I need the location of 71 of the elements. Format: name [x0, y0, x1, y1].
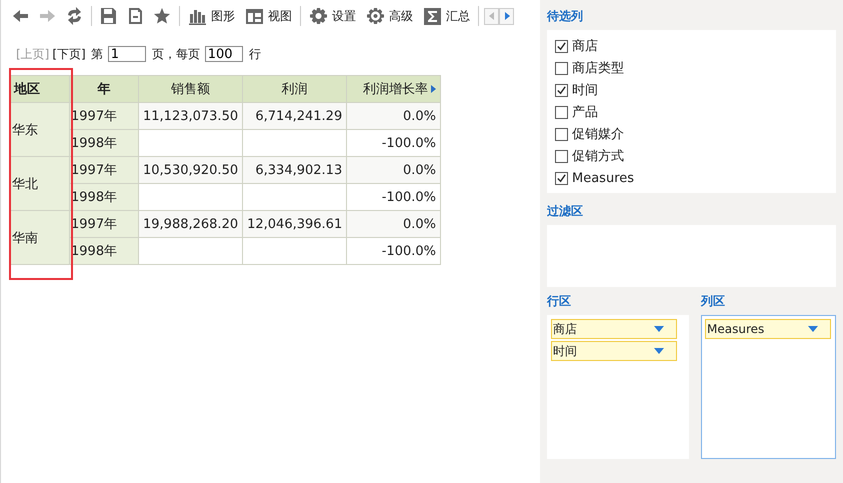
dropdown-arrow-icon[interactable]	[654, 326, 664, 332]
row-header: 华北	[10, 156, 70, 210]
table-cell: 0.0%	[346, 102, 440, 130]
field-dropdown[interactable]: 商店	[551, 319, 677, 339]
dropdown-arrow-icon[interactable]	[654, 348, 664, 354]
checkbox-label[interactable]: 时间	[572, 81, 598, 99]
section-title: 行区	[547, 293, 572, 310]
expand-icon[interactable]	[431, 85, 436, 93]
gear-button[interactable]: 高级	[363, 4, 416, 28]
column-header: 利润	[242, 76, 347, 102]
checkbox-label[interactable]: 商店类型	[572, 59, 624, 77]
star-icon	[153, 6, 172, 26]
section-title: 过滤区	[547, 203, 584, 220]
table-cell: 6,334,902.13	[242, 156, 347, 184]
checkbox[interactable]	[555, 62, 568, 74]
checkbox[interactable]	[555, 40, 568, 52]
scroll-right-icon[interactable]	[499, 8, 514, 24]
next-page-link[interactable]: [下页]	[52, 46, 86, 62]
row-header: 1998年	[70, 130, 138, 156]
checkbox[interactable]	[555, 172, 568, 184]
table-cell: -100.0%	[346, 130, 440, 156]
checkbox-label[interactable]: 促销方式	[572, 147, 624, 165]
sigma-icon	[423, 6, 442, 26]
table-cell: -100.0%	[346, 184, 440, 210]
checkbox-label[interactable]: 商店	[572, 37, 598, 55]
page-number-field[interactable]: 1	[108, 46, 146, 62]
gear-icon	[366, 6, 385, 26]
table-cell: 12,046,396.61	[242, 210, 347, 238]
table-cell: 19,988,268.20	[138, 210, 243, 238]
section-title: 列区	[701, 293, 726, 310]
table-cell: 11,123,073.50	[138, 102, 243, 130]
sigma-button[interactable]: 汇总	[420, 4, 473, 28]
checkbox-label[interactable]: Measures	[572, 170, 634, 186]
row-header: 1998年	[70, 238, 138, 264]
column-header: 年	[70, 76, 138, 102]
row-header: 1997年	[70, 102, 138, 130]
checkbox[interactable]	[555, 84, 568, 96]
table-cell: 6,714,241.29	[242, 102, 347, 130]
checkbox[interactable]	[555, 150, 568, 162]
page-size-field[interactable]: 100	[204, 46, 243, 62]
dropdown-arrow-icon[interactable]	[808, 326, 818, 332]
save-icon	[99, 6, 118, 26]
document-icon	[126, 6, 145, 26]
checkbox[interactable]	[555, 128, 568, 140]
row-header: 1997年	[70, 156, 138, 184]
checkbox[interactable]	[555, 106, 568, 118]
row-header: 华东	[10, 102, 70, 156]
section-title: 待选列	[547, 8, 584, 25]
row-header: 华南	[10, 210, 70, 264]
field-dropdown[interactable]: 时间	[551, 341, 677, 361]
checkbox-label[interactable]: 产品	[572, 103, 598, 121]
refresh-icon	[65, 6, 84, 26]
page-label: 第	[90, 46, 103, 62]
column-header: 销售额	[138, 76, 243, 102]
table-cell: -100.0%	[346, 238, 440, 264]
layout-icon	[245, 6, 264, 26]
row-header: 1998年	[70, 184, 138, 210]
row-header: 1997年	[70, 210, 138, 238]
bar-chart-button[interactable]: 图形	[185, 4, 238, 28]
checkbox-label[interactable]: 促销媒介	[572, 125, 624, 143]
column-header: 地区	[10, 76, 70, 102]
rows-label: 行	[248, 46, 261, 62]
table-cell: 10,530,920.50	[138, 156, 243, 184]
settings-icon	[309, 6, 328, 26]
column-header: 利润增长率	[363, 81, 428, 98]
field-dropdown[interactable]: Measures	[705, 319, 831, 339]
table-cell: 0.0%	[346, 156, 440, 184]
rows-per-page-label: 页，每页	[152, 46, 200, 62]
table-cell: 0.0%	[346, 210, 440, 238]
layout-button[interactable]: 视图	[242, 4, 295, 28]
settings-button[interactable]: 设置	[306, 4, 359, 28]
